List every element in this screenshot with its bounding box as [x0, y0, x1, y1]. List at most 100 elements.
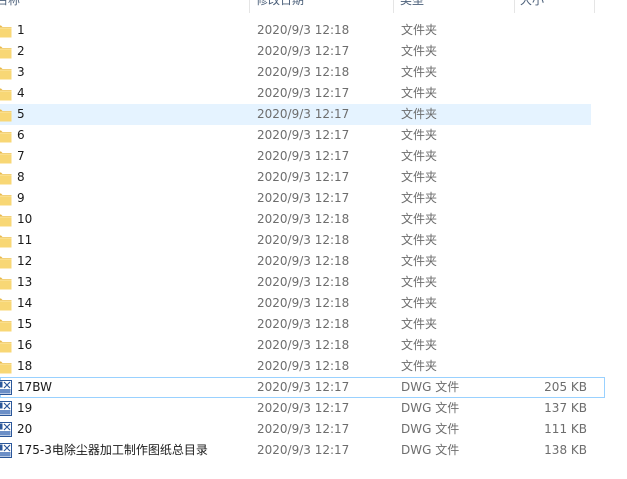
dwg-file-icon: [0, 380, 12, 395]
item-name: 11: [17, 233, 33, 247]
item-type: 文件夹: [401, 338, 438, 352]
folder-row[interactable]: 7 2020/9/3 12:17 文件夹: [0, 146, 627, 167]
folder-row[interactable]: 12 2020/9/3 12:18 文件夹: [0, 251, 627, 272]
column-divider[interactable]: [514, 0, 515, 13]
folder-row[interactable]: 15 2020/9/3 12:18 文件夹: [0, 314, 627, 335]
folder-row[interactable]: 5 2020/9/3 12:17 文件夹: [0, 104, 591, 125]
item-type: 文件夹: [401, 275, 438, 289]
folder-row[interactable]: 3 2020/9/3 12:18 文件夹: [0, 62, 627, 83]
item-name: 20: [17, 422, 33, 436]
item-name: 19: [17, 401, 33, 415]
item-type: 文件夹: [401, 191, 438, 205]
folder-icon: [0, 128, 12, 143]
folder-row[interactable]: 10 2020/9/3 12:18 文件夹: [0, 209, 627, 230]
item-size: [511, 294, 587, 313]
column-header-size[interactable]: 大小: [520, 0, 590, 13]
item-date-modified: 2020/9/3 12:18: [257, 23, 350, 37]
item-type: 文件夹: [401, 212, 438, 226]
item-date-modified: 2020/9/3 12:18: [257, 317, 350, 331]
folder-row[interactable]: 1 2020/9/3 12:18 文件夹: [0, 20, 627, 41]
file-row[interactable]: 20 2020/9/3 12:17 DWG 文件 111 KB: [0, 419, 627, 440]
file-row[interactable]: 17BW 2020/9/3 12:17 DWG 文件 205 KB: [0, 377, 605, 398]
item-date-modified: 2020/9/3 12:17: [257, 86, 350, 100]
item-name: 3: [17, 65, 25, 79]
column-header-name[interactable]: 名称: [0, 0, 236, 13]
file-row[interactable]: 175-3电除尘器加工制作图纸总目录 2020/9/3 12:17 DWG 文件 13…: [0, 440, 627, 461]
item-name: 5: [17, 107, 25, 121]
item-size: [511, 189, 587, 208]
folder-row[interactable]: 9 2020/9/3 12:17 文件夹: [0, 188, 627, 209]
folder-icon: [0, 65, 12, 80]
item-date-modified: 2020/9/3 12:17: [257, 149, 350, 163]
column-header: 名称 修改日期 类型 大小: [0, 0, 627, 13]
item-type: DWG 文件: [401, 401, 460, 415]
dwg-file-icon: [0, 443, 12, 458]
item-date-modified: 2020/9/3 12:17: [257, 443, 350, 457]
item-type: 文件夹: [401, 107, 438, 121]
file-row[interactable]: 19 2020/9/3 12:17 DWG 文件 137 KB: [0, 398, 627, 419]
folder-icon: [0, 275, 12, 290]
item-name: 14: [17, 296, 33, 310]
folder-icon: [0, 191, 12, 206]
folder-icon: [0, 86, 12, 101]
folder-row[interactable]: 8 2020/9/3 12:17 文件夹: [0, 167, 627, 188]
folder-row[interactable]: 11 2020/9/3 12:18 文件夹: [0, 230, 627, 251]
file-list-view: 名称 修改日期 类型 大小 1 2020/9/3 12:18 文件夹 2 2020/9/…: [0, 0, 627, 479]
folder-row[interactable]: 2 2020/9/3 12:17 文件夹: [0, 41, 627, 62]
column-divider[interactable]: [249, 0, 250, 13]
item-date-modified: 2020/9/3 12:18: [257, 338, 350, 352]
item-size: 138 KB: [544, 443, 587, 457]
item-size: [511, 21, 587, 40]
item-name: 10: [17, 212, 33, 226]
item-size: [511, 273, 587, 292]
item-name: 175-3电除尘器加工制作图纸总目录: [17, 443, 208, 457]
item-date-modified: 2020/9/3 12:18: [257, 254, 350, 268]
item-date-modified: 2020/9/3 12:17: [257, 128, 350, 142]
folder-row[interactable]: 14 2020/9/3 12:18 文件夹: [0, 293, 627, 314]
item-size: [511, 252, 587, 271]
folder-icon: [0, 170, 12, 185]
item-size: 205 KB: [544, 380, 587, 394]
item-date-modified: 2020/9/3 12:18: [257, 296, 350, 310]
column-header-date[interactable]: 修改日期: [256, 0, 386, 13]
column-divider[interactable]: [594, 0, 595, 13]
item-size: [511, 63, 587, 82]
folder-icon: [0, 254, 12, 269]
folder-icon: [0, 107, 12, 122]
folder-row[interactable]: 16 2020/9/3 12:18 文件夹: [0, 335, 627, 356]
folder-row[interactable]: 6 2020/9/3 12:17 文件夹: [0, 125, 627, 146]
item-size: [511, 105, 587, 124]
file-rows: 1 2020/9/3 12:18 文件夹 2 2020/9/3 12:17 文件夹 3 202…: [0, 20, 627, 461]
folder-icon: [0, 359, 12, 374]
item-type: 文件夹: [401, 296, 438, 310]
item-name: 15: [17, 317, 33, 331]
item-date-modified: 2020/9/3 12:17: [257, 191, 350, 205]
item-date-modified: 2020/9/3 12:18: [257, 275, 350, 289]
item-size: [511, 231, 587, 250]
item-size: [511, 147, 587, 166]
folder-icon: [0, 212, 12, 227]
item-type: 文件夹: [401, 170, 438, 184]
folder-icon: [0, 296, 12, 311]
column-header-type[interactable]: 类型: [400, 0, 500, 13]
item-type: 文件夹: [401, 65, 438, 79]
folder-row[interactable]: 4 2020/9/3 12:17 文件夹: [0, 83, 627, 104]
item-type: 文件夹: [401, 254, 438, 268]
item-name: 4: [17, 86, 25, 100]
folder-icon: [0, 317, 12, 332]
folder-icon: [0, 44, 12, 59]
item-type: 文件夹: [401, 233, 438, 247]
item-date-modified: 2020/9/3 12:17: [257, 44, 350, 58]
item-type: 文件夹: [401, 86, 438, 100]
item-type: DWG 文件: [401, 422, 460, 436]
item-type: 文件夹: [401, 149, 438, 163]
column-divider[interactable]: [393, 0, 394, 13]
folder-row[interactable]: 18 2020/9/3 12:18 文件夹: [0, 356, 627, 377]
item-size: [511, 210, 587, 229]
item-name: 6: [17, 128, 25, 142]
item-size: 111 KB: [544, 422, 587, 436]
folder-row[interactable]: 13 2020/9/3 12:18 文件夹: [0, 272, 627, 293]
folder-icon: [0, 23, 12, 38]
item-name: 1: [17, 23, 25, 37]
item-date-modified: 2020/9/3 12:17: [257, 107, 350, 121]
